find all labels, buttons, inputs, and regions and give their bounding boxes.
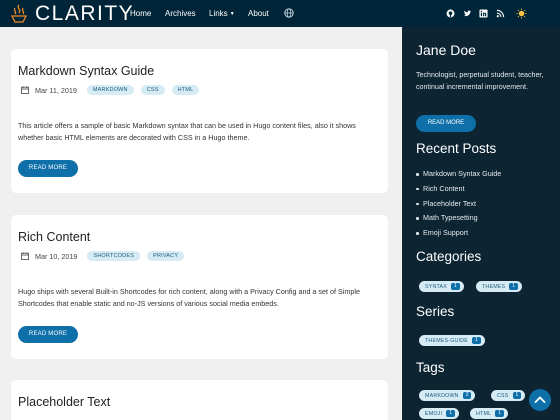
category-tag[interactable]: SYNTAX 1: [419, 281, 464, 292]
tag-label: HTML: [476, 410, 492, 417]
chevron-up-icon: [534, 396, 546, 403]
logo-icon: [10, 4, 28, 23]
linkedin-icon[interactable]: [479, 9, 488, 18]
brand-link[interactable]: CLARITY: [10, 2, 134, 25]
tag-count: 1: [509, 283, 519, 290]
tag-link[interactable]: CSS 1: [491, 390, 526, 401]
recent-posts-list: Markdown Syntax Guide Rich Content Place…: [415, 167, 501, 241]
recent-post-link[interactable]: Placeholder Text: [415, 197, 501, 212]
post-excerpt: Hugo ships with several Built-in Shortco…: [18, 287, 360, 308]
author-name: Jane Doe: [416, 42, 476, 58]
recent-post-link[interactable]: Emoji Support: [415, 226, 501, 241]
nav-links-label: Links: [209, 9, 228, 18]
post-card: Placeholder Text: [11, 380, 388, 420]
series-heading: Series: [416, 304, 455, 319]
tag-count: 1: [451, 283, 460, 290]
post-title[interactable]: Rich Content: [18, 230, 90, 244]
tag-link[interactable]: EMOJI 1: [419, 408, 459, 419]
tag-label: EMOJI: [425, 410, 443, 417]
tag-label: THEMES: [482, 283, 506, 290]
tags-heading: Tags: [416, 360, 445, 375]
brand-name: CLARITY: [35, 2, 135, 25]
tag-count: 2: [462, 392, 472, 399]
post-meta: Mar 10, 2019 SHORTCODES PRIVACY: [21, 250, 191, 262]
twitter-icon[interactable]: [463, 9, 472, 18]
post-date: Mar 11, 2019: [35, 85, 77, 95]
sidebar: Jane Doe Technologist, perpetual student…: [402, 27, 560, 420]
tag-link[interactable]: MARKDOWN 2: [419, 390, 476, 401]
tag-link[interactable]: HTML 1: [470, 408, 509, 419]
chevron-down-icon: ▼: [229, 11, 235, 17]
calendar-icon: [21, 86, 29, 94]
nav-home[interactable]: Home: [130, 0, 151, 27]
tag-count: 1: [472, 337, 481, 344]
tag-label: THEMES-GUIDE: [425, 337, 469, 344]
globe-icon[interactable]: [284, 8, 294, 18]
nav-about[interactable]: About: [248, 0, 269, 27]
author-read-more-button[interactable]: READ MORE: [416, 115, 476, 132]
recent-post-link[interactable]: Markdown Syntax Guide: [415, 167, 501, 182]
post-date: Mar 10, 2019: [35, 251, 78, 261]
post-excerpt: This article offers a sample of basic Ma…: [18, 121, 356, 142]
tag-chip[interactable]: HTML: [171, 85, 200, 95]
recent-post-link[interactable]: Math Typesetting: [415, 211, 501, 226]
categories-heading: Categories: [416, 249, 482, 264]
top-nav-bar: CLARITY Home Archives Links ▼ About: [0, 0, 560, 27]
tag-label: CSS: [497, 392, 509, 399]
tag-chip[interactable]: PRIVACY: [147, 251, 185, 261]
post-title[interactable]: Markdown Syntax Guide: [18, 64, 154, 78]
read-more-button[interactable]: READ MORE: [18, 160, 78, 177]
nav-archives[interactable]: Archives: [165, 0, 196, 27]
tag-count: 1: [446, 410, 455, 417]
post-card: Markdown Syntax Guide Mar 11, 2019 MARKD…: [11, 49, 388, 193]
github-icon[interactable]: [446, 9, 455, 18]
rss-icon[interactable]: [496, 9, 505, 18]
author-bio: Technologist, perpetual student, teacher…: [416, 71, 544, 91]
series-tag[interactable]: THEMES-GUIDE 1: [419, 335, 485, 346]
post-meta: Mar 11, 2019 MARKDOWN CSS HTML: [21, 84, 206, 96]
theme-toggle-icon[interactable]: [516, 8, 527, 19]
recent-post-link[interactable]: Rich Content: [415, 182, 501, 197]
tag-chip[interactable]: CSS: [140, 85, 165, 95]
post-card: Rich Content Mar 10, 2019 SHORTCODES PRI…: [11, 215, 388, 359]
category-tag[interactable]: THEMES 1: [476, 281, 523, 292]
post-title[interactable]: Placeholder Text: [18, 395, 110, 409]
tag-count: 1: [495, 410, 505, 417]
read-more-button[interactable]: READ MORE: [18, 326, 78, 343]
nav-links[interactable]: Links ▼: [209, 0, 235, 28]
scroll-to-top-button[interactable]: [529, 389, 551, 411]
recent-posts-heading: Recent Posts: [416, 141, 497, 156]
tag-label: SYNTAX: [425, 283, 447, 290]
tag-chip[interactable]: MARKDOWN: [86, 85, 134, 95]
tag-count: 1: [512, 392, 522, 399]
calendar-icon: [21, 252, 29, 260]
post-list: Markdown Syntax Guide Mar 11, 2019 MARKD…: [0, 27, 402, 420]
tag-chip[interactable]: SHORTCODES: [87, 251, 141, 261]
tag-label: MARKDOWN: [425, 392, 459, 399]
